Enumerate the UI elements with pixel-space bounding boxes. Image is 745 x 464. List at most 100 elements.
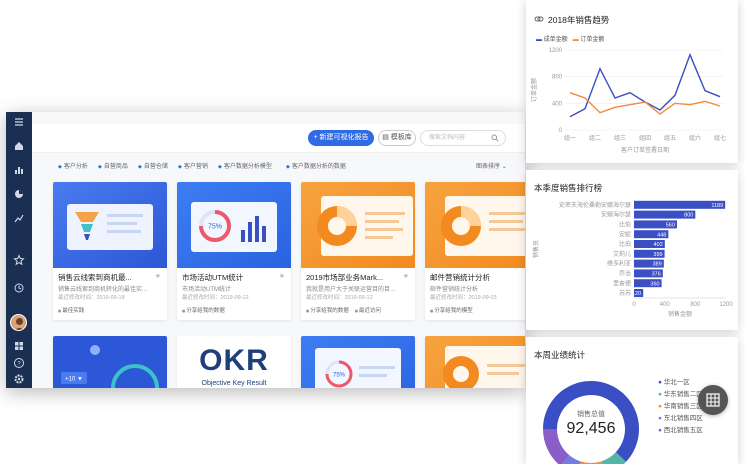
category-label: 维多利亚 bbox=[607, 260, 631, 268]
pie-chart-icon[interactable] bbox=[13, 188, 25, 200]
tag: 最近访问 bbox=[355, 308, 381, 314]
card-title: 2019市场部业务Mark... bbox=[306, 273, 384, 282]
line-chart-icon[interactable] bbox=[13, 212, 25, 224]
legend-dot: ● bbox=[658, 391, 662, 398]
link-icon bbox=[534, 16, 544, 22]
category-label: 苏苏 bbox=[619, 289, 631, 297]
filter-item[interactable]: 客户营销 bbox=[178, 161, 208, 170]
legend-dot: ● bbox=[658, 415, 662, 422]
y-tick-label: 400 bbox=[552, 101, 563, 107]
report-card[interactable]: 销售云线索到商机最... ★ 销售云线索到商机转化的最佳实... 最近修改时间：… bbox=[53, 182, 167, 320]
sidebar: ? bbox=[6, 112, 32, 388]
weekly-title: 本周业绩统计 bbox=[534, 350, 586, 360]
clock-icon[interactable] bbox=[13, 282, 25, 294]
report-card[interactable]: 邮件营销统计分析 邮件营销统计分析 最近修改时间：2019-09-03 分享给我… bbox=[425, 182, 525, 320]
search-input[interactable]: 搜索文档内容 bbox=[420, 130, 506, 146]
rank-title: 本季度销售排行榜 bbox=[534, 183, 603, 193]
svg-text:+10 ▼: +10 ▼ bbox=[65, 377, 83, 383]
card-tags: 分享给我的数据 bbox=[182, 306, 231, 314]
svg-text:75%: 75% bbox=[208, 224, 222, 231]
speedometer-thumbnail: +10 ▼ bbox=[53, 336, 167, 388]
gauge-thumbnail: 75% bbox=[301, 336, 415, 388]
report-card[interactable] bbox=[425, 336, 525, 388]
table-icon bbox=[706, 393, 720, 407]
chevron-down-icon: ⌄ bbox=[501, 164, 507, 170]
card-date: 最近修改时间：2019-09-12 bbox=[182, 295, 249, 301]
value-label: 560 bbox=[666, 223, 675, 229]
donut-thumbnail bbox=[425, 182, 525, 268]
filter-item[interactable]: 自营仓储 bbox=[138, 161, 168, 170]
report-card[interactable]: 75% 市场活动UTM统计 ★ 市场活动UTM统计 最近修改时间：2019-09… bbox=[177, 182, 291, 320]
report-card[interactable]: OKR Objective Key Result bbox=[177, 336, 291, 388]
report-card[interactable]: 2019市场部业务Mark... ★ 我就是用户大于关联运营目的目... 最近修… bbox=[301, 182, 415, 320]
report-card[interactable]: +10 ▼ bbox=[53, 336, 167, 388]
value-label: 120 bbox=[632, 291, 641, 297]
new-report-label: 新建可视化报告 bbox=[319, 134, 369, 141]
menu-icon[interactable] bbox=[13, 116, 25, 128]
main-content: + 新建可视化报告 ▤ 模板库 搜索文档内容 客户分析 自营商品 自营仓储 客户… bbox=[32, 112, 525, 388]
search-icon[interactable] bbox=[491, 134, 499, 142]
card-description: 我就是用户大于关联运营目的目... bbox=[306, 287, 396, 293]
x-axis-label: 销售金额 bbox=[668, 310, 692, 318]
gauge-thumbnail: 75% bbox=[177, 182, 291, 268]
star-icon[interactable] bbox=[13, 254, 25, 266]
app-window: ? + 新建可视化报告 ▤ 模板库 搜索文档内容 客户分析 自营商品 自营仓储 … bbox=[6, 112, 525, 388]
filter-item[interactable]: 客户分析 bbox=[58, 161, 88, 170]
x-tick-label: 0 bbox=[632, 302, 636, 308]
card-tags: 最佳实践 bbox=[58, 306, 90, 314]
value-label: 360 bbox=[650, 281, 659, 287]
okr-logo-text: OKR bbox=[199, 344, 269, 377]
report-card[interactable]: 75% bbox=[301, 336, 415, 388]
category-label: 比伯 bbox=[619, 221, 631, 229]
card-tags: 分享给我的模型 bbox=[430, 306, 479, 314]
template-label: 模板库 bbox=[390, 134, 412, 141]
funnel-thumbnail bbox=[53, 182, 167, 268]
card-date: 最近修改时间：2019-09-12 bbox=[306, 295, 373, 301]
card-title: 邮件营销统计分析 bbox=[430, 273, 490, 282]
value-label: 448 bbox=[657, 232, 666, 238]
legend-label: 华北一区 bbox=[663, 379, 690, 386]
star-icon[interactable]: ★ bbox=[403, 272, 409, 280]
tag: 分享给我的模型 bbox=[430, 308, 473, 314]
x-tick-label: 组三 bbox=[614, 134, 626, 142]
x-axis-label: 客户订单签署日期 bbox=[621, 146, 669, 154]
legend-item: ● 华南销售三区 bbox=[658, 401, 703, 413]
category-label: 比伯 bbox=[619, 240, 631, 248]
star-icon[interactable]: ★ bbox=[155, 272, 161, 280]
category-label: 安妮 bbox=[619, 230, 631, 238]
bar-chart-icon[interactable] bbox=[13, 164, 25, 176]
donut-center-label: 销售总值 bbox=[577, 411, 605, 418]
template-icon: ▤ bbox=[382, 134, 391, 141]
legend-label: 华东销售二区 bbox=[663, 391, 703, 398]
x-tick-label: 组七 bbox=[714, 134, 726, 142]
avatar[interactable] bbox=[10, 314, 27, 331]
card-date: 最近修改时间：2019-09-18 bbox=[58, 295, 125, 301]
value-label: 376 bbox=[652, 272, 661, 278]
rank-panel: 本季度销售排行榜 史密夫海伦桑勒安娜海尔瑟 1189 安娜海尔瑟 800 比伯 560 安妮… bbox=[526, 170, 738, 330]
sort-dropdown[interactable]: 图表排序 ⌄ bbox=[476, 161, 507, 170]
x-tick-label: 400 bbox=[660, 302, 671, 308]
svg-text:75%: 75% bbox=[333, 373, 346, 379]
settings-icon[interactable] bbox=[13, 373, 25, 385]
donut-thumbnail bbox=[425, 336, 525, 388]
home-icon[interactable] bbox=[13, 140, 25, 152]
new-report-button[interactable]: + 新建可视化报告 bbox=[308, 130, 374, 146]
search-placeholder: 搜索文档内容 bbox=[429, 135, 466, 141]
grid-icon[interactable] bbox=[13, 340, 25, 352]
grid-view-button[interactable] bbox=[698, 385, 728, 415]
x-tick-label: 组二 bbox=[589, 134, 601, 142]
star-icon[interactable]: ★ bbox=[279, 272, 285, 280]
value-label: 800 bbox=[684, 213, 693, 219]
filter-item[interactable]: 客户数据分析模型 bbox=[218, 161, 272, 170]
okr-subtitle: Objective Key Result bbox=[201, 380, 267, 387]
legend-dot: ● bbox=[658, 379, 662, 386]
category-label: 史密夫海伦桑勒安娜海尔瑟 bbox=[559, 201, 631, 209]
filter-item[interactable]: 自营商品 bbox=[98, 161, 128, 170]
filter-item[interactable]: 客户数据分析的数据 bbox=[286, 161, 346, 170]
x-tick-label: 组五 bbox=[664, 134, 676, 142]
help-icon[interactable]: ? bbox=[13, 357, 25, 369]
tag: 分享给我的数据 bbox=[182, 308, 225, 314]
template-button[interactable]: ▤ 模板库 bbox=[378, 130, 416, 146]
x-tick-label: 组六 bbox=[689, 134, 701, 142]
legend-item: ● 华北一区 bbox=[658, 377, 703, 389]
